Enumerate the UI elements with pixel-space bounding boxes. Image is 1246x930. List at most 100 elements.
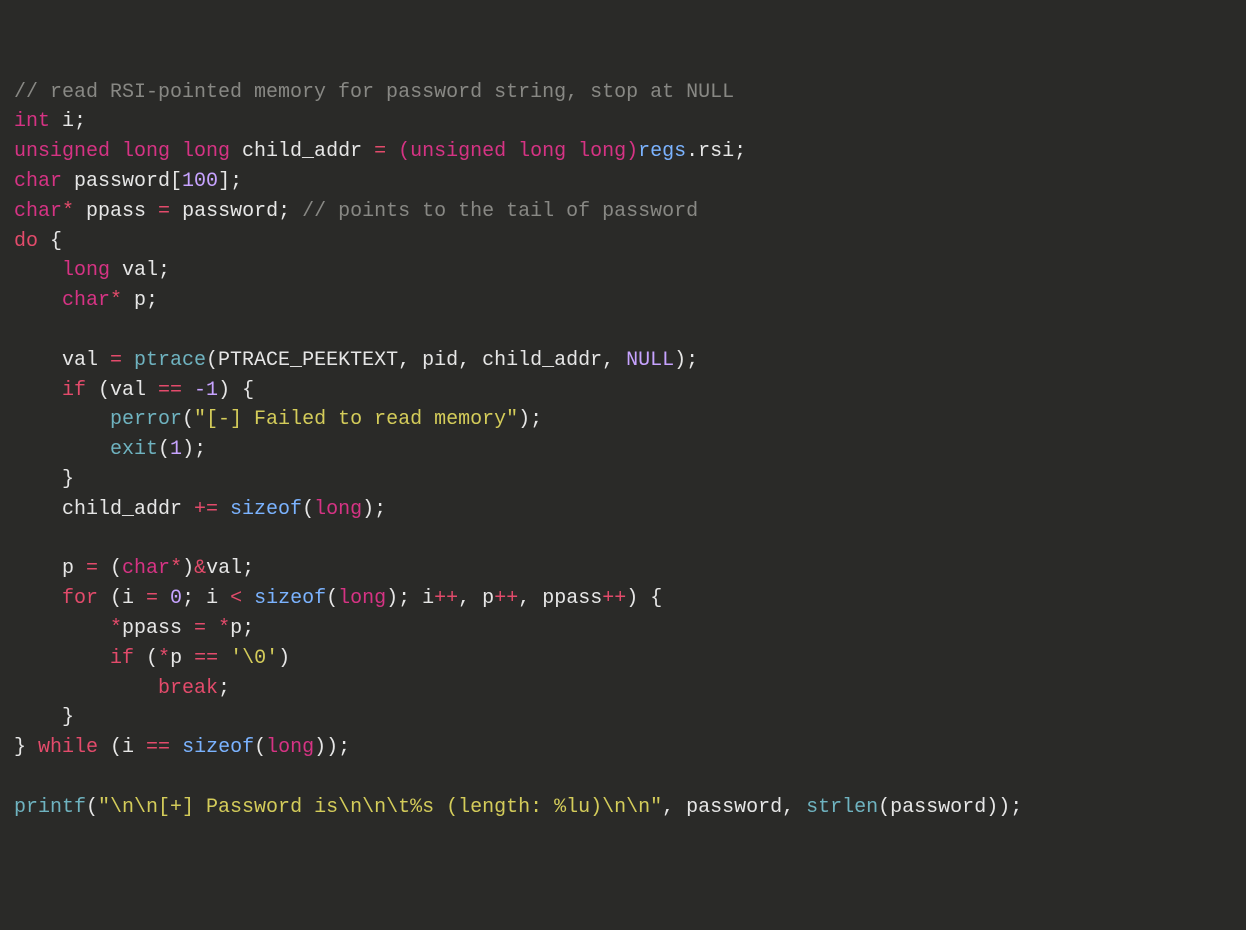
code-type: int — [14, 110, 50, 133]
code-text: ) — [278, 647, 290, 670]
code-op: * — [110, 289, 122, 312]
code-text: ( — [254, 736, 266, 759]
code-const: NULL — [626, 349, 674, 372]
code-text: ]; — [218, 170, 242, 193]
code-text: p — [14, 557, 86, 580]
code-text: password; — [182, 200, 302, 223]
code-text: p; — [122, 289, 158, 312]
code-number: 100 — [182, 170, 218, 193]
code-number: 1 — [170, 438, 182, 461]
code-ident: sizeof — [182, 736, 254, 759]
code-text: i; — [50, 110, 86, 133]
code-text: ); — [518, 408, 542, 431]
code-text: )); — [314, 736, 350, 759]
code-text: ) — [182, 557, 194, 580]
code-text: ( — [302, 498, 314, 521]
code-ident: sizeof — [230, 498, 302, 521]
code-text: , password, — [662, 796, 806, 819]
code-text: } — [14, 706, 74, 729]
code-type: unsigned long long — [14, 140, 230, 163]
code-type: long — [266, 736, 314, 759]
code-text: ); — [362, 498, 386, 521]
code-text: child_addr — [14, 498, 194, 521]
code-keyword: break — [14, 677, 218, 700]
code-op: == — [194, 647, 230, 670]
code-op: * — [110, 617, 122, 640]
code-text: (password)); — [878, 796, 1022, 819]
code-comment: // read RSI-pointed memory for password … — [14, 81, 734, 104]
code-ident: regs — [638, 140, 686, 163]
code-op: == — [158, 379, 194, 402]
code-text: (PTRACE_PEEKTEXT, pid, child_addr, — [206, 349, 626, 372]
code-comment: // points to the tail of password — [302, 200, 698, 223]
code-text: ); i — [386, 587, 434, 610]
code-text: p; — [230, 617, 254, 640]
code-text: } — [14, 468, 74, 491]
code-text: val — [14, 349, 110, 372]
code-func: strlen — [806, 796, 878, 819]
code-text: val; — [110, 259, 170, 282]
code-keyword: while — [38, 736, 98, 759]
code-op: = — [158, 200, 182, 223]
code-op: ++ — [602, 587, 626, 610]
code-string: "\n\n[+] Password is\n\n\t%s (length: %l… — [98, 796, 662, 819]
code-op: ++ — [494, 587, 518, 610]
code-text: (i — [98, 736, 146, 759]
code-type: char — [14, 289, 110, 312]
code-text: ) { — [626, 587, 662, 610]
code-op: = — [146, 587, 170, 610]
code-text: ( — [326, 587, 338, 610]
code-text: (val — [86, 379, 158, 402]
code-string: '\0' — [230, 647, 278, 670]
code-text: .rsi; — [686, 140, 746, 163]
code-op: += — [194, 498, 230, 521]
code-op: = — [86, 557, 110, 580]
code-op: == — [146, 736, 182, 759]
code-text: ( — [110, 557, 122, 580]
code-text: ( — [182, 408, 194, 431]
code-text: child_addr — [230, 140, 374, 163]
code-text: (i — [98, 587, 146, 610]
code-func: exit — [14, 438, 158, 461]
code-op: = — [194, 617, 218, 640]
code-op: & — [194, 557, 206, 580]
code-text: ppass — [74, 200, 158, 223]
code-text: ; i — [182, 587, 230, 610]
code-op: * — [170, 557, 182, 580]
code-func: printf — [14, 796, 86, 819]
code-op: ++ — [434, 587, 458, 610]
code-text: ) { — [218, 379, 254, 402]
code-op: = — [374, 140, 398, 163]
code-op: * — [158, 647, 170, 670]
code-keyword: if — [14, 647, 134, 670]
code-text — [14, 617, 110, 640]
code-ident: sizeof — [254, 587, 326, 610]
code-string: "[-] Failed to read memory" — [194, 408, 518, 431]
code-text: , p — [458, 587, 494, 610]
code-keyword: do — [14, 230, 38, 253]
code-type: long — [314, 498, 362, 521]
code-text: p — [170, 647, 194, 670]
code-type: char — [14, 170, 62, 193]
code-type: long — [14, 259, 110, 282]
code-number: -1 — [194, 379, 218, 402]
code-text: , ppass — [518, 587, 602, 610]
code-op: < — [230, 587, 254, 610]
code-text: ( — [86, 796, 98, 819]
code-block: // read RSI-pointed memory for password … — [14, 78, 1232, 823]
code-type: long — [338, 587, 386, 610]
code-text: ( — [158, 438, 170, 461]
code-text: val; — [206, 557, 254, 580]
code-text: ); — [182, 438, 206, 461]
code-text: ); — [674, 349, 698, 372]
code-text: password[ — [62, 170, 182, 193]
code-func: perror — [14, 408, 182, 431]
code-op: * — [62, 200, 74, 223]
code-keyword: if — [14, 379, 86, 402]
code-func: ptrace — [134, 349, 206, 372]
code-op: = — [110, 349, 134, 372]
code-op: * — [218, 617, 230, 640]
code-number: 0 — [170, 587, 182, 610]
code-text: } — [14, 736, 38, 759]
code-type: (unsigned long long) — [398, 140, 638, 163]
